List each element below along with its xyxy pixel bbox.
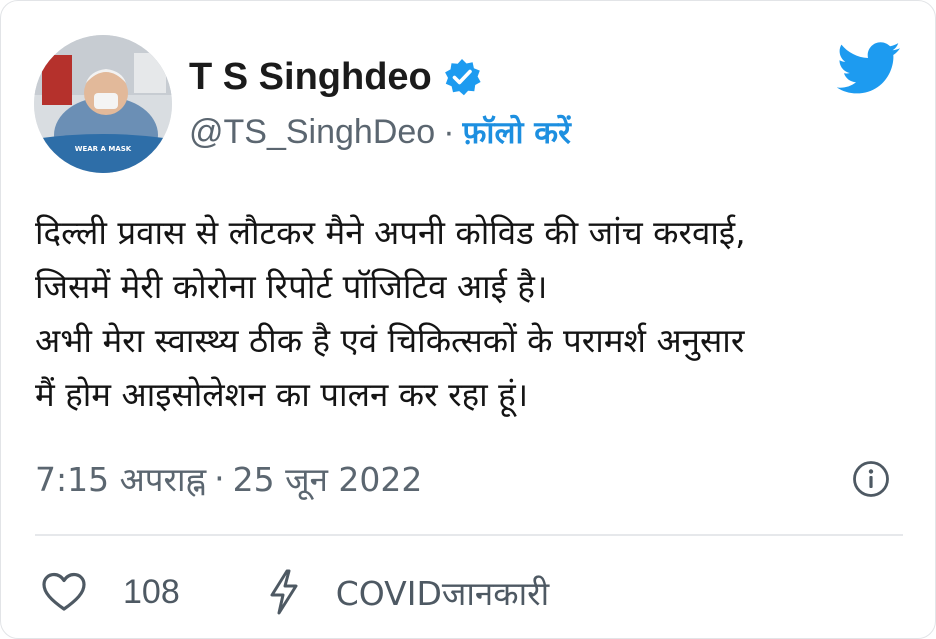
divider: [35, 534, 903, 536]
tweet-card: WEAR A MASK T S Singhdeo @TS_SinghDeo · …: [0, 0, 936, 639]
lightning-bolt-icon[interactable]: [266, 569, 302, 615]
tweet-date: 25 जून 2022: [232, 460, 423, 499]
name-row: T S Singhdeo: [189, 53, 482, 101]
verified-badge-icon: [444, 59, 481, 96]
user-handle[interactable]: @TS_SinghDeo: [189, 113, 435, 152]
covid-info-link[interactable]: COVIDजानकारी: [336, 570, 549, 615]
tweet-actions: 108 COVIDजानकारी: [41, 564, 549, 620]
handle-row: @TS_SinghDeo · फ़ॉलो करें: [189, 111, 571, 153]
info-icon[interactable]: [851, 459, 891, 499]
tweet-line: दिल्ली प्रवास से लौटकर मैने अपनी कोविड क…: [35, 213, 746, 252]
display-name[interactable]: T S Singhdeo: [189, 56, 432, 99]
twitter-bird-icon[interactable]: [837, 41, 901, 97]
tweet-line: जिसमें मेरी कोरोना रिपोर्ट पॉजिटिव आई है…: [35, 267, 548, 306]
tweet-timestamp[interactable]: 7:15 अपराह्न · 25 जून 2022: [35, 456, 422, 501]
avatar-image: WEAR A MASK: [34, 35, 172, 173]
profile-avatar[interactable]: WEAR A MASK: [34, 35, 172, 173]
tweet-text: दिल्ली प्रवास से लौटकर मैने अपनी कोविड क…: [35, 206, 915, 422]
tweet-line: मैं होम आइसोलेशन का पालन कर रहा हूं।: [35, 375, 529, 414]
heart-icon[interactable]: [41, 571, 87, 613]
timestamp-separator: ·: [214, 459, 225, 498]
tweet-time: 7:15 अपराह्न: [35, 460, 207, 499]
like-count[interactable]: 108: [123, 573, 180, 612]
handle-separator: ·: [443, 112, 455, 151]
follow-button[interactable]: फ़ॉलो करें: [463, 111, 571, 153]
avatar-badge-text: WEAR A MASK: [75, 145, 132, 153]
tweet-line: अभी मेरा स्वास्थ्य ठीक है एवं चिकित्सकों…: [35, 321, 745, 360]
